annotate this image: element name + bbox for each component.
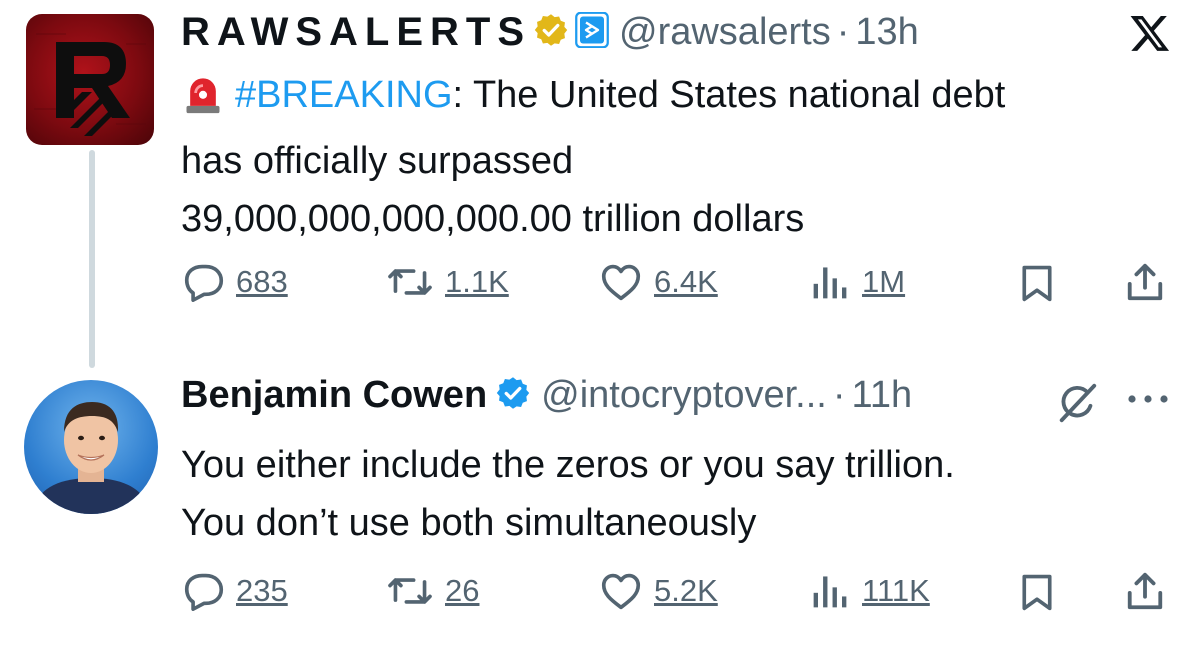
display-name[interactable]: Benjamin Cowen bbox=[181, 374, 487, 417]
siren-emoji-icon: 🚨 bbox=[181, 71, 225, 132]
timestamp[interactable]: 13h bbox=[855, 11, 918, 54]
tweet-benjamin-cowen[interactable]: Benjamin Cowen @intocryptover... · 11h Y… bbox=[0, 360, 1200, 646]
views-icon bbox=[813, 576, 847, 608]
handle[interactable]: @intocryptover... bbox=[541, 374, 827, 417]
views-button[interactable]: 1M bbox=[808, 262, 905, 302]
affiliate-badge-icon[interactable] bbox=[575, 11, 609, 53]
tweet-text-line-3: 39,000,000,000,000.00 trillion dollars bbox=[181, 198, 805, 240]
gold-verified-badge-icon[interactable] bbox=[533, 12, 569, 53]
tweet-header: Benjamin Cowen @intocryptover... · 11h bbox=[181, 374, 912, 417]
separator-dot: · bbox=[832, 374, 846, 416]
share-button[interactable] bbox=[1124, 261, 1166, 303]
share-icon bbox=[1127, 263, 1163, 301]
reply-count[interactable]: 235 bbox=[236, 573, 288, 609]
tweet-header: RAWSALERTS @rawsalerts · 13h bbox=[181, 10, 919, 55]
share-button[interactable] bbox=[1124, 570, 1166, 612]
tweet-rawsalerts[interactable]: RAWSALERTS @rawsalerts · 13h #BREAKING: … bbox=[0, 0, 1200, 330]
reply-count[interactable]: 683 bbox=[236, 264, 288, 300]
hashtag-link[interactable]: #BREAKING bbox=[235, 74, 453, 116]
like-button[interactable]: 6.4K bbox=[598, 262, 718, 302]
reply-button[interactable]: 683 bbox=[182, 262, 288, 302]
heart-icon bbox=[601, 573, 641, 610]
timestamp[interactable]: 11h bbox=[852, 374, 913, 417]
grok-icon[interactable] bbox=[1054, 380, 1100, 431]
tweet-text-line-1: 🚨 #BREAKING: The United States national … bbox=[181, 66, 1005, 132]
avatar-benjamin-cowen[interactable] bbox=[24, 380, 158, 514]
repost-count[interactable]: 26 bbox=[445, 573, 479, 609]
repost-button[interactable]: 1.1K bbox=[385, 262, 509, 302]
heart-icon bbox=[601, 264, 641, 301]
share-icon bbox=[1127, 572, 1163, 610]
views-button[interactable]: 111K bbox=[808, 571, 930, 611]
bookmark-button[interactable] bbox=[1017, 572, 1057, 612]
repost-icon bbox=[388, 269, 432, 295]
tweet-text-line-1: You either include the zeros or you say … bbox=[181, 444, 955, 486]
rawsalerts-logo-icon bbox=[34, 33, 146, 136]
like-count[interactable]: 6.4K bbox=[654, 264, 718, 300]
blue-verified-badge-icon[interactable] bbox=[495, 375, 531, 416]
bookmark-icon bbox=[1022, 265, 1052, 302]
views-count[interactable]: 1M bbox=[862, 264, 905, 300]
bookmark-button[interactable] bbox=[1017, 263, 1057, 303]
reply-icon bbox=[184, 264, 224, 302]
profile-photo bbox=[32, 402, 150, 514]
handle[interactable]: @rawsalerts bbox=[619, 11, 831, 54]
reply-button[interactable]: 235 bbox=[182, 571, 288, 611]
repost-button[interactable]: 26 bbox=[385, 571, 479, 611]
avatar-rawsalerts[interactable] bbox=[26, 14, 154, 145]
tweet-text-line-2: You don’t use both simultaneously bbox=[181, 502, 757, 544]
tweet-text: 🚨 #BREAKING: The United States national … bbox=[181, 66, 1005, 248]
reply-icon bbox=[184, 573, 224, 611]
views-count[interactable]: 111K bbox=[862, 573, 930, 609]
like-button[interactable]: 5.2K bbox=[598, 571, 718, 611]
display-name[interactable]: RAWSALERTS bbox=[181, 10, 531, 55]
separator-dot: · bbox=[836, 11, 850, 53]
views-icon bbox=[813, 267, 847, 299]
repost-count[interactable]: 1.1K bbox=[445, 264, 509, 300]
tweet-text: You either include the zeros or you say … bbox=[181, 436, 955, 552]
tweet-text-segment: : The United States national debt bbox=[452, 74, 1006, 116]
bookmark-icon bbox=[1022, 574, 1052, 611]
like-count[interactable]: 5.2K bbox=[654, 573, 718, 609]
x-logo-icon bbox=[1128, 12, 1172, 59]
repost-icon bbox=[388, 578, 432, 604]
tweet-text-line-2: has officially surpassed bbox=[181, 140, 574, 182]
more-icon[interactable] bbox=[1126, 392, 1170, 410]
